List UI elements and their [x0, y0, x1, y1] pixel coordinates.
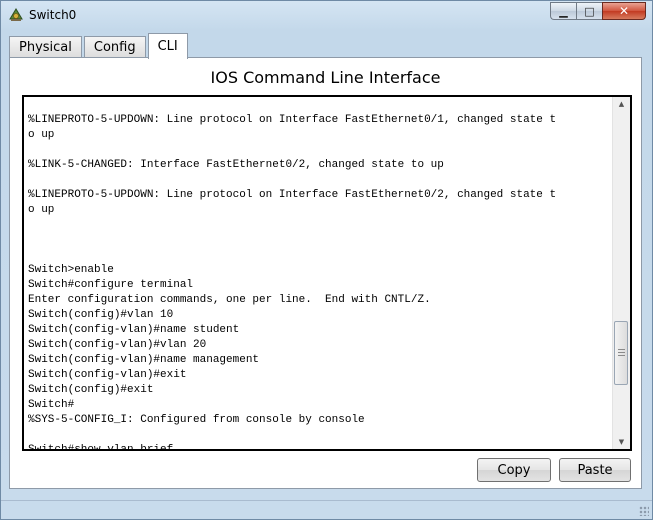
window-title: Switch0	[29, 8, 77, 22]
console-line: o up	[28, 204, 55, 216]
copy-button[interactable]: Copy	[477, 458, 551, 482]
console-output[interactable]: %LINEPROTO-5-UPDOWN: Line protocol on In…	[28, 98, 614, 451]
minimize-button[interactable]: ▁	[550, 2, 576, 20]
status-bar	[1, 500, 652, 519]
console-line: Switch(config-vlan)#name management	[28, 354, 260, 366]
console-line: %LINK-5-CHANGED: Interface FastEthernet0…	[28, 159, 444, 171]
console-scrollbar[interactable]: ▲ ▼	[612, 97, 630, 449]
application-window: Switch0 ▁ □ ✕ Physical Config CLI IOS Co…	[0, 0, 653, 520]
cli-console[interactable]: %LINEPROTO-5-UPDOWN: Line protocol on In…	[22, 95, 632, 451]
console-line: Switch(config)#exit	[28, 384, 154, 396]
resize-grip-icon[interactable]	[639, 506, 649, 516]
console-line: Switch(config-vlan)#exit	[28, 369, 187, 381]
console-line: %LINEPROTO-5-UPDOWN: Line protocol on In…	[28, 189, 557, 201]
console-line: Switch#	[28, 399, 75, 411]
scroll-thumb[interactable]	[614, 321, 628, 385]
console-line: Switch(config-vlan)#vlan 20	[28, 339, 207, 351]
title-bar[interactable]: Switch0 ▁ □ ✕	[1, 1, 652, 29]
grip-line	[618, 355, 625, 356]
tab-physical[interactable]: Physical	[9, 36, 82, 58]
console-line: Switch#show vlan brief	[28, 444, 174, 451]
paste-button[interactable]: Paste	[559, 458, 631, 482]
maximize-button[interactable]: □	[576, 2, 602, 20]
console-line: %LINEPROTO-5-UPDOWN: Line protocol on In…	[28, 114, 557, 126]
console-line: Switch(config-vlan)#name student	[28, 324, 240, 336]
grip-line	[618, 352, 625, 353]
console-line: Switch(config)#vlan 10	[28, 309, 174, 321]
console-line: Enter configuration commands, one per li…	[28, 294, 431, 306]
minimize-icon: ▁	[559, 4, 568, 18]
scroll-up-arrow-icon[interactable]: ▲	[613, 97, 630, 111]
cli-panel: IOS Command Line Interface %LINEPROTO-5-…	[9, 57, 642, 489]
tab-cli[interactable]: CLI	[147, 33, 188, 59]
maximize-icon: □	[584, 4, 595, 18]
tab-config[interactable]: Config	[83, 36, 146, 58]
grip-line	[618, 349, 625, 350]
close-button[interactable]: ✕	[602, 2, 646, 20]
console-line: %SYS-5-CONFIG_I: Configured from console…	[28, 414, 365, 426]
tab-bar: Physical Config CLI	[9, 32, 190, 59]
caption-buttons: ▁ □ ✕	[550, 2, 646, 21]
switch-device-icon	[9, 8, 23, 21]
panel-title: IOS Command Line Interface	[210, 68, 441, 87]
console-line: o up	[28, 129, 55, 141]
console-line: Switch#configure terminal	[28, 279, 194, 291]
scroll-down-arrow-icon[interactable]: ▼	[613, 435, 630, 449]
close-icon: ✕	[618, 4, 630, 18]
console-line: Switch>enable	[28, 264, 114, 276]
